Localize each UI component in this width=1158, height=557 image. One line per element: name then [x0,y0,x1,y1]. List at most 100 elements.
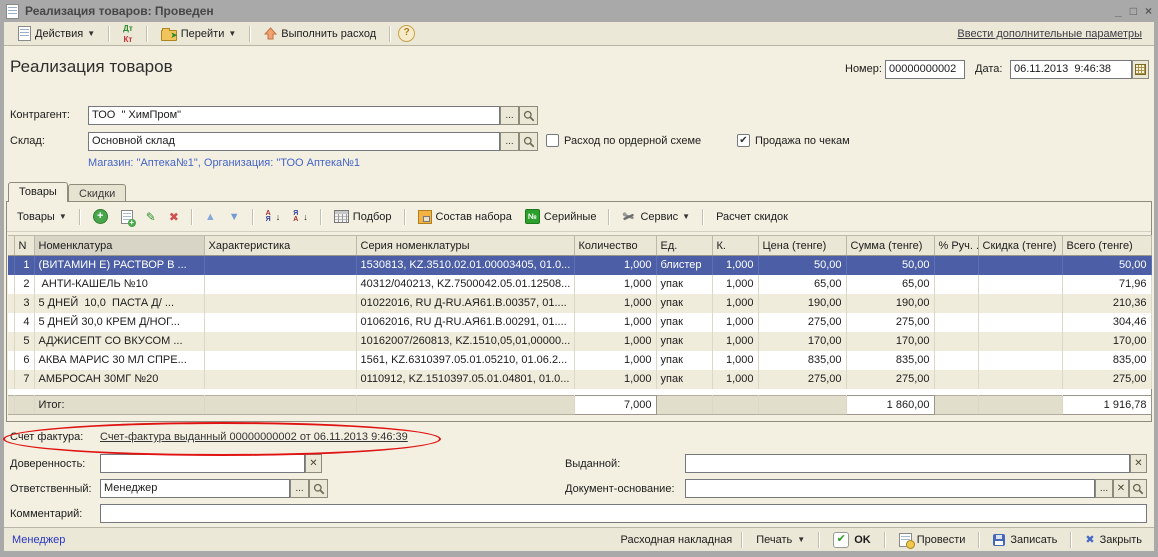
comment-field[interactable] [100,504,1147,523]
cell[interactable]: 71,96 [1062,275,1151,294]
order-scheme-checkbox[interactable]: Расход по ордерной схеме [546,134,701,147]
move-up-button[interactable]: ▲ [201,209,220,225]
cell[interactable]: 170,00 [846,332,934,351]
cell[interactable] [934,313,978,332]
serial-numbers-button[interactable]: № Серийные [521,207,601,226]
base-document-clear-button[interactable]: ✕ [1113,479,1129,498]
cell[interactable]: 275,00 [846,313,934,332]
calendar-button[interactable] [1132,60,1149,79]
copy-row-button[interactable] [117,208,137,226]
delete-row-button[interactable]: ✖ [165,208,183,226]
cell[interactable]: 275,00 [758,370,846,389]
cell[interactable]: 1,000 [574,332,656,351]
sale-by-checks-checkbox[interactable]: Продажа по чекам [737,134,850,147]
cell[interactable] [934,256,978,275]
cell[interactable]: блистер [656,256,712,275]
cell[interactable]: упак [656,370,712,389]
column-header-6[interactable]: К. [712,236,758,256]
help-icon[interactable]: ? [398,25,415,42]
cell[interactable] [934,370,978,389]
service-menu-button[interactable]: Сервис ▼ [618,209,694,225]
cell[interactable]: 210,36 [1062,294,1151,313]
column-header-5[interactable]: Ед. [656,236,712,256]
cell[interactable]: 275,00 [846,370,934,389]
cell[interactable]: 50,00 [758,256,846,275]
cell[interactable]: 1,000 [574,370,656,389]
cell[interactable]: 01022016, RU Д-RU.АЯ61.В.00357, 01.... [356,294,574,313]
base-document-field[interactable] [685,479,1095,498]
cell[interactable]: 835,00 [846,351,934,370]
cell[interactable]: 5 ДНЕЙ 30,0 КРЕМ Д/НОГ... [34,313,204,332]
table-row[interactable]: 35 ДНЕЙ 10,0 ПАСТА Д/ ...01022016, RU Д-… [8,294,1151,313]
base-document-more-button[interactable]: ... [1095,479,1113,498]
invoice-link[interactable]: Счет-фактура выданный 00000000002 от 06.… [100,431,408,443]
cell[interactable]: 275,00 [758,313,846,332]
actions-menu-button[interactable]: Действия ▼ [12,23,101,44]
cell[interactable] [978,275,1062,294]
cell[interactable] [204,294,356,313]
cell[interactable]: АНТИ-КАШЕЛЬ №10 [34,275,204,294]
goods-menu-button[interactable]: Товары ▼ [13,209,71,225]
cell[interactable] [204,332,356,351]
save-button[interactable]: Записать [989,532,1061,548]
cell[interactable]: 170,00 [1062,332,1151,351]
column-header-8[interactable]: Сумма (тенге) [846,236,934,256]
cell[interactable] [204,313,356,332]
cell[interactable] [978,294,1062,313]
pick-button[interactable]: Подбор [330,208,396,225]
maximize-button[interactable]: □ [1130,2,1137,20]
tab-goods[interactable]: Товары [8,182,68,202]
cell[interactable]: 0110912, KZ.1510397.05.01.04801, 01.0... [356,370,574,389]
cell[interactable]: 3 [14,294,34,313]
cell[interactable]: упак [656,275,712,294]
cell[interactable]: 1,000 [712,351,758,370]
cell[interactable]: 65,00 [846,275,934,294]
additional-params-link[interactable]: Ввести дополнительные параметры [957,28,1146,40]
cell[interactable]: упак [656,351,712,370]
cell[interactable]: 1,000 [574,294,656,313]
tab-discounts[interactable]: Скидки [68,184,126,202]
cell[interactable] [204,351,356,370]
move-down-button[interactable]: ▼ [225,209,244,225]
cell[interactable] [204,370,356,389]
cell[interactable] [934,351,978,370]
cell[interactable] [934,294,978,313]
column-header-3[interactable]: Серия номенклатуры [356,236,574,256]
cell[interactable]: АДЖИСЕПТ СО ВКУСОМ ... [34,332,204,351]
cell[interactable]: АКВА МАРИС 30 МЛ СПРЕ... [34,351,204,370]
goto-menu-button[interactable]: ➤ Перейти ▼ [155,24,243,44]
cell[interactable]: 50,00 [846,256,934,275]
cell[interactable]: 1561, KZ.6310397.05.01.05210, 01.06.2... [356,351,574,370]
responsible-more-button[interactable]: ... [290,479,309,498]
contractor-search-button[interactable] [519,106,538,125]
cell[interactable]: 1,000 [712,332,758,351]
cell[interactable]: 170,00 [758,332,846,351]
cell[interactable]: 01062016, RU Д-RU.АЯ61.В.00291, 01.... [356,313,574,332]
cell[interactable] [978,332,1062,351]
sort-descending-button[interactable]: ЯА↓ [289,209,312,225]
cell[interactable]: упак [656,332,712,351]
close-form-button[interactable]: ✖ Закрыть [1081,531,1146,548]
cell[interactable]: АМБРОСАН 30МГ №20 [34,370,204,389]
cell[interactable]: 5 [14,332,34,351]
column-header-1[interactable]: Номенклатура [34,236,204,256]
close-button[interactable]: × [1145,2,1152,20]
contractor-field[interactable]: ТОО " ХимПром" [88,106,500,125]
dt-kt-button[interactable]: Дт Кт [117,22,139,46]
cell[interactable]: 190,00 [846,294,934,313]
cell[interactable]: 10162007/260813, KZ.1510,05,01,00000... [356,332,574,351]
ok-button[interactable]: OK [829,530,875,550]
column-header-9[interactable]: % Руч. ... [934,236,978,256]
cell[interactable]: 275,00 [1062,370,1151,389]
sort-ascending-button[interactable]: АЯ↓ [262,209,285,225]
cell[interactable]: 1,000 [712,275,758,294]
column-header-10[interactable]: Скидка (тенге) [978,236,1062,256]
cell[interactable] [978,313,1062,332]
cell[interactable]: 1,000 [712,370,758,389]
cell[interactable]: 40312/040213, KZ.7500042.05.01.12508... [356,275,574,294]
cell[interactable] [204,275,356,294]
contractor-more-button[interactable]: ... [500,106,519,125]
cell[interactable]: 1,000 [574,256,656,275]
cell[interactable]: 50,00 [1062,256,1151,275]
cell[interactable]: 1530813, KZ.3510.02.01.00003405, 01.0... [356,256,574,275]
